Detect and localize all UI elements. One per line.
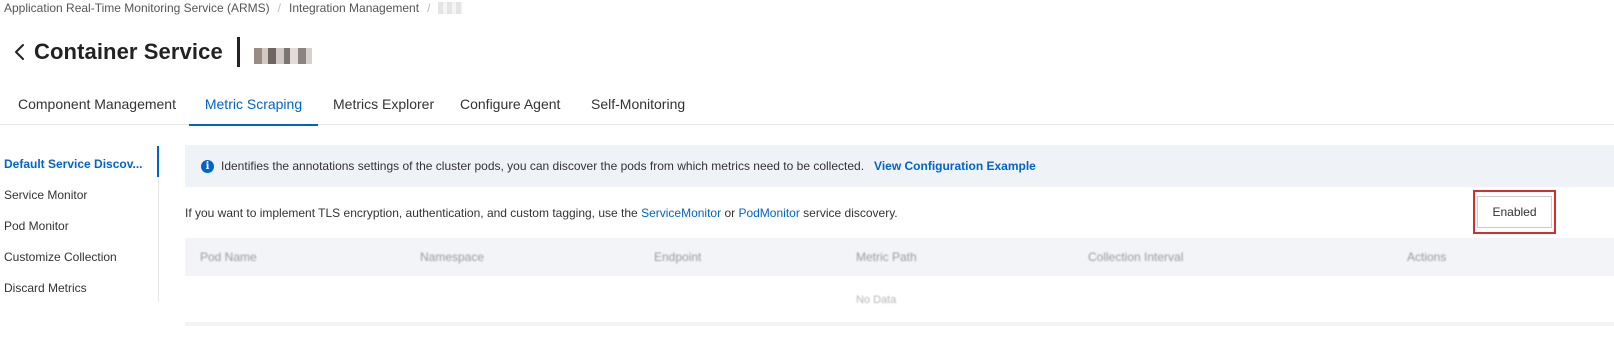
- side-nav-item-discard-metrics[interactable]: Discard Metrics: [4, 278, 87, 298]
- page-header: Container Service: [10, 34, 312, 70]
- info-text: Identifies the annotations settings of t…: [221, 159, 865, 173]
- column-header-collection-interval: Collection Interval: [1088, 250, 1184, 264]
- empty-state-text: No Data: [856, 294, 897, 306]
- tab-bar: Component Management Metric Scraping Met…: [0, 84, 1614, 126]
- tls-notice: If you want to implement TLS encryption,…: [185, 206, 898, 220]
- servicemonitor-link[interactable]: ServiceMonitor: [641, 206, 721, 220]
- breadcrumb: Application Real-Time Monitoring Service…: [4, 0, 463, 16]
- column-header-actions: Actions: [1407, 250, 1447, 264]
- tls-notice-middle: or: [724, 206, 736, 220]
- tab-component-management[interactable]: Component Management: [18, 84, 176, 125]
- side-nav-item-service-monitor[interactable]: Service Monitor: [4, 185, 87, 205]
- enabled-toggle-button[interactable]: Enabled: [1477, 196, 1552, 228]
- cluster-name-redacted: [253, 48, 312, 64]
- title-divider: [236, 37, 240, 67]
- side-nav-active-indicator: [157, 146, 159, 177]
- breadcrumb-separator: /: [277, 1, 281, 15]
- column-header-namespace: Namespace: [420, 250, 485, 264]
- tab-configure-agent[interactable]: Configure Agent: [460, 84, 560, 125]
- tls-notice-suffix: service discovery.: [803, 206, 898, 220]
- tab-metric-scraping[interactable]: Metric Scraping: [189, 84, 318, 126]
- column-header-metric-path: Metric Path: [856, 250, 917, 264]
- info-icon: i: [201, 159, 214, 173]
- side-nav-item-default-service-discovery[interactable]: Default Service Discov...: [4, 154, 143, 174]
- column-header-endpoint: Endpoint: [654, 250, 702, 264]
- table-header: Pod Name Namespace Endpoint Metric Path …: [185, 238, 1614, 276]
- breadcrumb-item-redacted: [438, 2, 463, 14]
- side-nav-item-customize-collection[interactable]: Customize Collection: [4, 247, 117, 267]
- side-nav: Default Service Discov... Service Monito…: [0, 146, 159, 302]
- tls-notice-prefix: If you want to implement TLS encryption,…: [185, 206, 638, 220]
- breadcrumb-separator: /: [427, 1, 431, 15]
- podmonitor-link[interactable]: PodMonitor: [738, 206, 799, 220]
- breadcrumb-item-integration-management[interactable]: Integration Management: [289, 1, 419, 15]
- view-configuration-example-link[interactable]: View Configuration Example: [874, 159, 1036, 173]
- chevron-left-icon[interactable]: [10, 39, 30, 65]
- tab-metrics-explorer[interactable]: Metrics Explorer: [333, 84, 434, 125]
- column-header-pod-name: Pod Name: [200, 250, 257, 264]
- breadcrumb-item-arms[interactable]: Application Real-Time Monitoring Service…: [4, 1, 270, 15]
- page-title: Container Service: [34, 39, 223, 64]
- info-banner: i Identifies the annotations settings of…: [185, 145, 1614, 187]
- table-body: No Data: [185, 276, 1614, 326]
- side-nav-item-pod-monitor[interactable]: Pod Monitor: [4, 216, 69, 236]
- tab-self-monitoring[interactable]: Self-Monitoring: [591, 84, 685, 125]
